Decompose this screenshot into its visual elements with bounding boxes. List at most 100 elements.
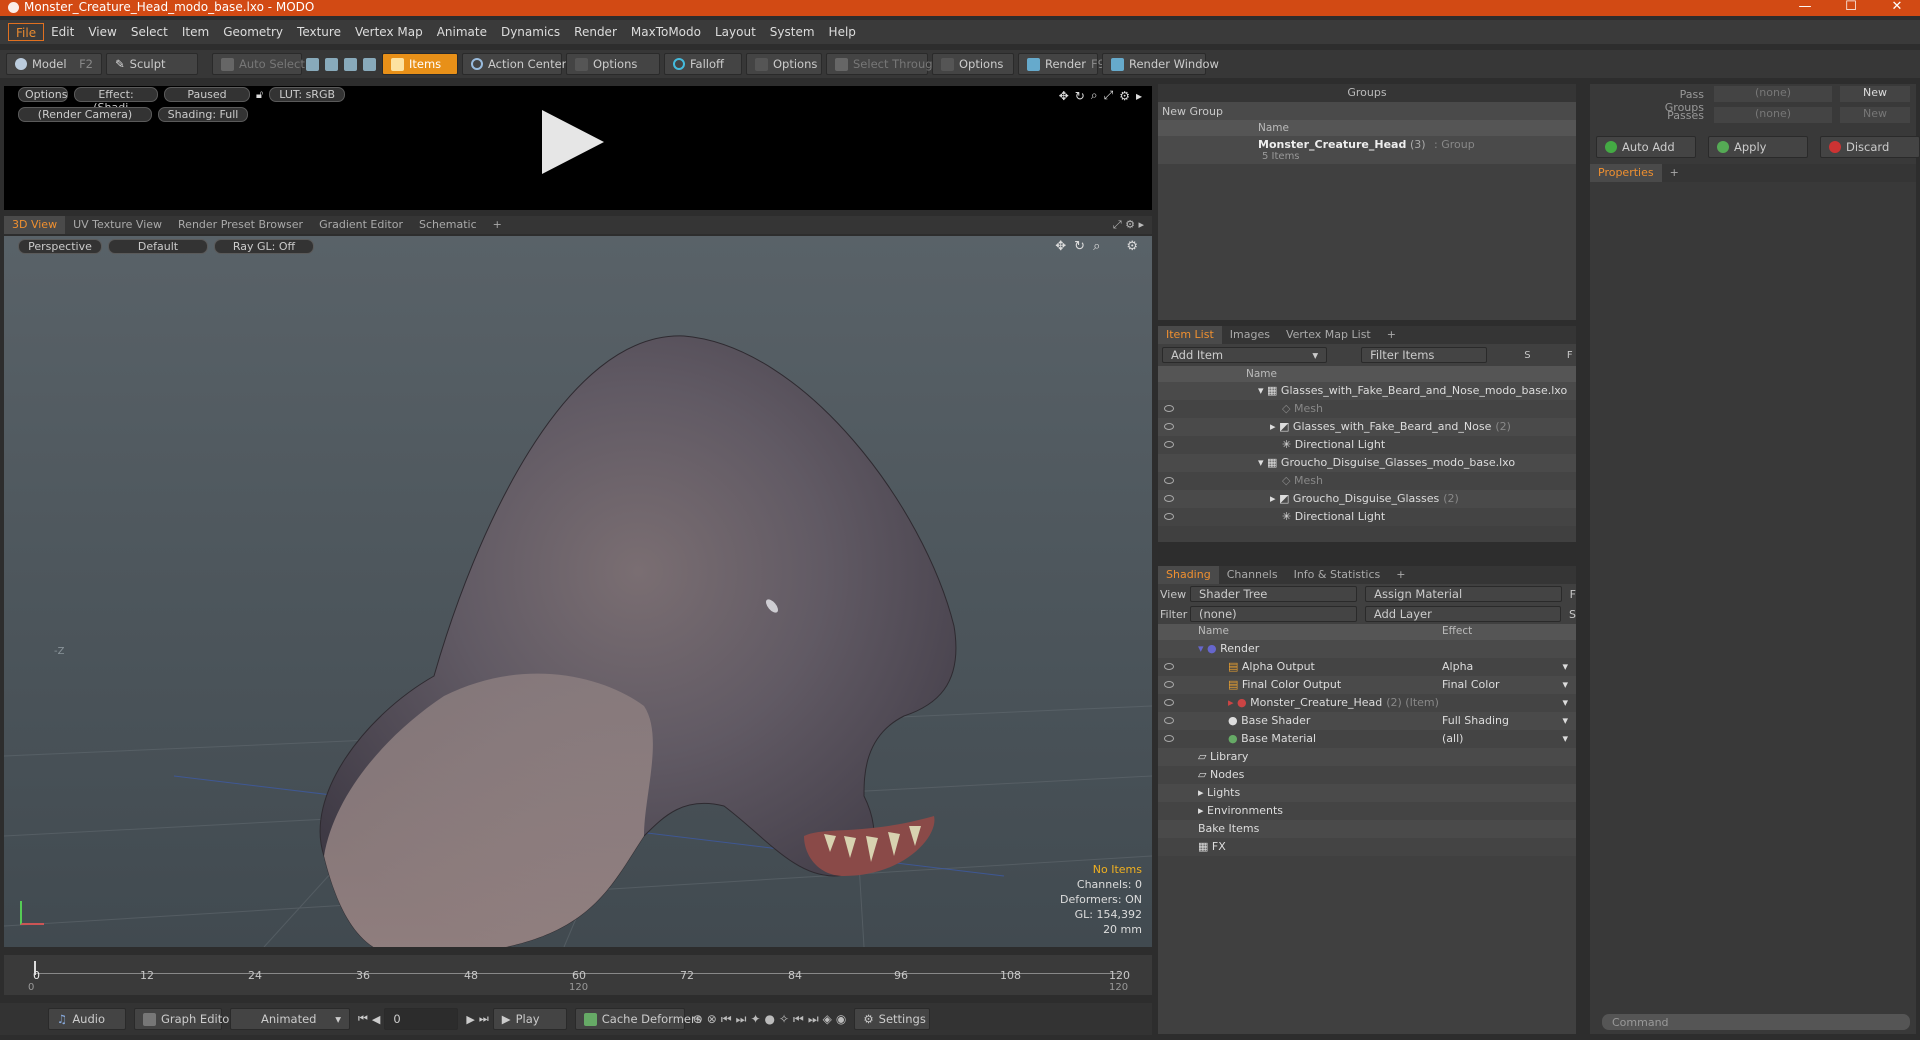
add-item-list-tab[interactable]: + <box>1379 326 1404 344</box>
vertices-mode-icon[interactable] <box>306 57 319 71</box>
menu-select[interactable]: Select <box>124 23 175 41</box>
add-layer-dropdown[interactable]: Add Layer <box>1364 606 1562 622</box>
shader-tree-row[interactable]: ▸ ● Monster_Creature_Head (2) (Item) ▾ <box>1158 694 1576 712</box>
menu-view[interactable]: View <box>81 23 123 41</box>
timeline[interactable]: 0 12 24 36 48 60 72 84 96 108 120 0 120 … <box>4 955 1152 995</box>
tab-schematic[interactable]: Schematic <box>411 216 485 234</box>
render-camera-dropdown[interactable]: (Render Camera) <box>18 107 152 122</box>
view-dropdown[interactable]: Shader Tree <box>1190 586 1358 602</box>
menu-geometry[interactable]: Geometry <box>216 23 290 41</box>
model-button[interactable]: Model F2 <box>6 53 102 75</box>
minimize-button[interactable]: — <box>1782 0 1828 16</box>
visibility-eye-icon[interactable] <box>1164 735 1174 742</box>
play-button[interactable]: ▶ Play <box>492 1008 567 1030</box>
tab-render-preset-browser[interactable]: Render Preset Browser <box>170 216 311 234</box>
item-list-row[interactable]: ✳ Directional Light <box>1158 508 1576 526</box>
add-properties-tab[interactable]: + <box>1662 164 1687 182</box>
filter-s-button[interactable]: S <box>1521 350 1533 361</box>
viewport-expand-icon[interactable]: ⤢ ⚙ ▸ <box>1113 218 1144 232</box>
materials-mode-icon[interactable] <box>363 57 376 71</box>
new-group-button[interactable]: New Group <box>1158 102 1576 120</box>
add-item-dropdown[interactable]: Add Item ▾ <box>1162 347 1328 363</box>
move-icon[interactable]: ✥ <box>1059 89 1069 103</box>
discard-button[interactable]: Discard <box>1820 136 1920 158</box>
apply-button[interactable]: Apply <box>1708 136 1808 158</box>
pass-groups-dropdown[interactable]: (none) <box>1714 86 1832 102</box>
item-list-row[interactable]: ▸ ◩ Groucho_Disguise_Glasses (2) <box>1158 490 1576 508</box>
effect-dropdown[interactable]: Effect: (Shadi... <box>74 87 158 114</box>
action-center-button[interactable]: Action Center <box>462 53 566 75</box>
menu-maxtomodo[interactable]: MaxToModo <box>624 23 708 41</box>
tab-3d-view[interactable]: 3D View <box>4 216 66 234</box>
lut-dropdown[interactable]: LUT: sRGB <box>269 87 346 102</box>
item-list-row[interactable]: ◇ Mesh <box>1158 400 1576 418</box>
shader-tree-row[interactable]: ● Base Material (all) ▾ <box>1158 730 1576 748</box>
prev-frame-icon[interactable]: ◀ <box>372 1013 380 1026</box>
visibility-eye-icon[interactable] <box>1164 495 1174 502</box>
menu-layout[interactable]: Layout <box>708 23 763 41</box>
new-pass-button[interactable]: New <box>1840 107 1910 123</box>
shader-tree-row[interactable]: ● Base Shader Full Shading ▾ <box>1158 712 1576 730</box>
first-frame-icon[interactable]: ⏮ <box>358 1012 368 1026</box>
gear-icon[interactable]: ⚙ <box>1119 89 1130 103</box>
tab-uv-texture-view[interactable]: UV Texture View <box>65 216 170 234</box>
animated-dropdown[interactable]: Animated ▾ <box>230 1008 350 1030</box>
close-button[interactable]: ✕ <box>1874 0 1920 16</box>
shading-dropdown[interactable]: Shading: Full <box>158 107 248 122</box>
auto-add-button[interactable]: Auto Add <box>1596 136 1696 158</box>
filter-f-button[interactable]: F <box>1564 350 1576 361</box>
tab-vertex-map-list[interactable]: Vertex Map List <box>1278 326 1379 344</box>
shader-tree-row[interactable]: ▸ Environments <box>1158 802 1576 820</box>
falloff-options-button[interactable]: Options <box>746 53 822 75</box>
shader-tree-row[interactable]: ▱ Library <box>1158 748 1576 766</box>
playhead[interactable] <box>34 961 36 975</box>
new-pass-group-button[interactable]: New <box>1840 86 1910 102</box>
auto-select-button[interactable]: Auto Select <box>212 53 305 75</box>
add-tab-button[interactable]: + <box>485 216 510 234</box>
shader-tree-row[interactable]: ▤ Final Color Output Final Color ▾ <box>1158 676 1576 694</box>
visibility-eye-icon[interactable] <box>1164 699 1174 706</box>
cache-deformers-button[interactable]: Cache Deformers <box>574 1008 702 1030</box>
shader-tree-row[interactable]: Bake Items <box>1158 820 1576 838</box>
shader-tree-row[interactable]: ▦ FX <box>1158 838 1576 856</box>
effect-dropdown[interactable]: Alpha <box>1442 658 1473 676</box>
shading-s-button[interactable]: S <box>1569 608 1576 621</box>
preview-options-button[interactable]: Options <box>18 87 68 102</box>
menu-animate[interactable]: Animate <box>430 23 494 41</box>
zoom-icon[interactable]: ⌕ <box>1091 88 1098 103</box>
tab-gradient-editor[interactable]: Gradient Editor <box>311 216 411 234</box>
render-preview[interactable]: Options Effect: (Shadi... Paused 🔓︎ LUT:… <box>4 86 1152 210</box>
visibility-eye-icon[interactable] <box>1164 441 1174 448</box>
menu-file[interactable]: File <box>8 23 45 41</box>
filter-dropdown[interactable]: (none) <box>1190 606 1357 622</box>
polygons-mode-icon[interactable] <box>344 57 357 71</box>
menu-dynamics[interactable]: Dynamics <box>494 23 567 41</box>
visibility-eye-icon[interactable] <box>1164 513 1174 520</box>
visibility-eye-icon[interactable] <box>1164 663 1174 670</box>
shading-f-button[interactable]: F <box>1570 588 1576 601</box>
shader-tree-row[interactable]: ▱ Nodes <box>1158 766 1576 784</box>
tab-images[interactable]: Images <box>1222 326 1278 344</box>
paused-button[interactable]: Paused <box>164 87 250 102</box>
menu-render[interactable]: Render <box>567 23 624 41</box>
tab-channels[interactable]: Channels <box>1219 566 1286 584</box>
falloff-button[interactable]: Falloff <box>664 53 742 75</box>
render-button[interactable]: Render F9 <box>1018 53 1105 75</box>
last-frame-icon[interactable]: ⏭ <box>479 1012 489 1026</box>
visibility-eye-icon[interactable] <box>1164 681 1174 688</box>
visibility-eye-icon[interactable] <box>1164 423 1174 430</box>
effect-dropdown[interactable]: (all) <box>1442 730 1463 748</box>
select-options-button[interactable]: Options <box>932 53 1014 75</box>
effect-dropdown[interactable]: Full Shading <box>1442 712 1509 730</box>
filter-items-input[interactable]: Filter Items <box>1361 347 1488 363</box>
menu-edit[interactable]: Edit <box>44 23 81 41</box>
menu-vertex-map[interactable]: Vertex Map <box>348 23 430 41</box>
graph-editor-button[interactable]: Graph Editor <box>134 1008 234 1030</box>
action-center-options-button[interactable]: Options <box>566 53 660 75</box>
maximize-icon[interactable]: ⤢ <box>1104 88 1114 103</box>
assign-material-dropdown[interactable]: Assign Material <box>1365 586 1562 602</box>
group-row[interactable]: Monster_Creature_Head (3) : Group 5 Item… <box>1158 136 1576 164</box>
shader-tree-row[interactable]: ▸ Lights <box>1158 784 1576 802</box>
item-list-row[interactable]: ✳ Directional Light <box>1158 436 1576 454</box>
tab-item-list[interactable]: Item List <box>1158 326 1222 344</box>
